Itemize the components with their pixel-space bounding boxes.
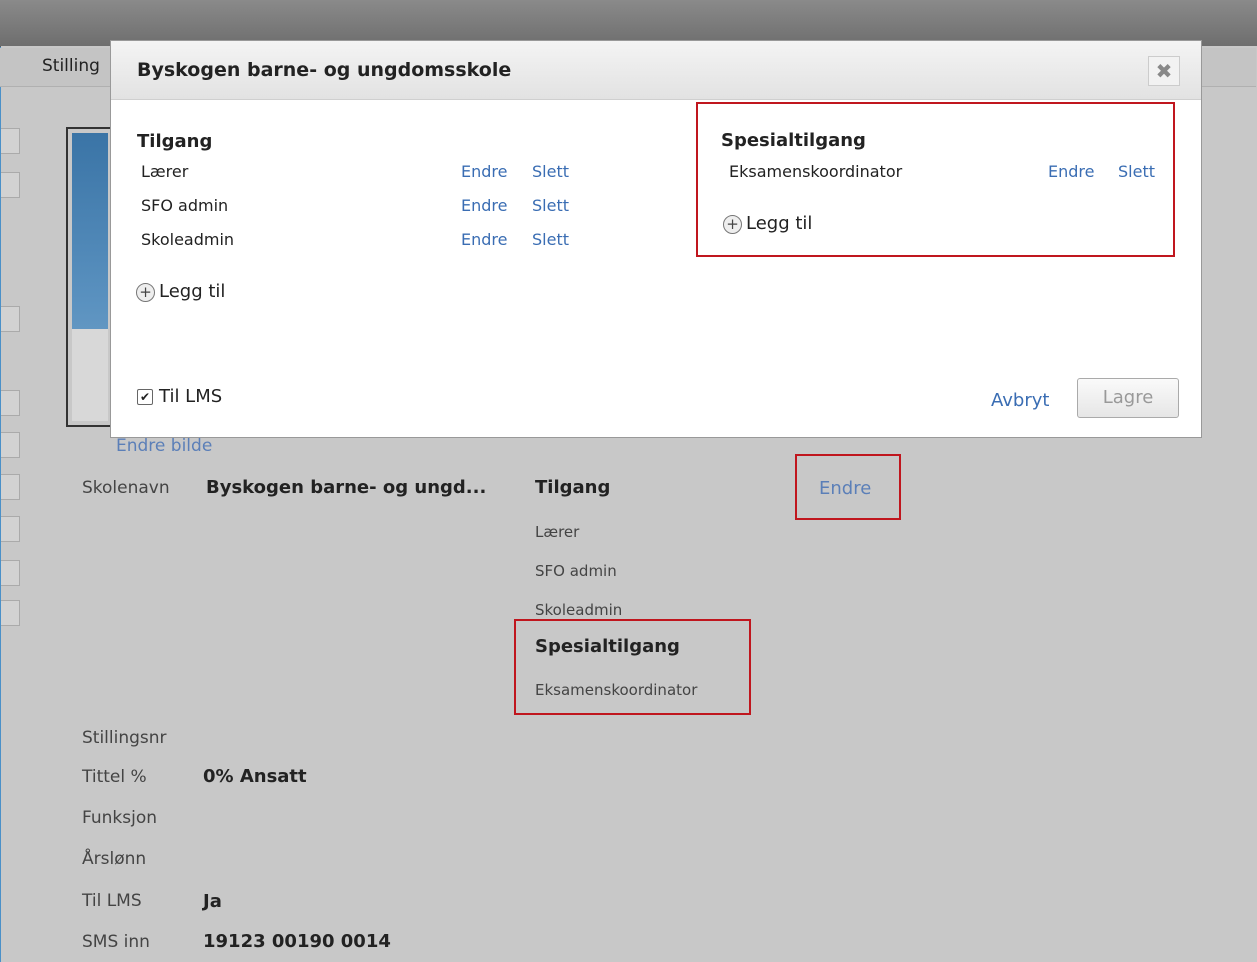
- plus-icon: +: [136, 282, 155, 302]
- access-item: Lærer: [535, 523, 580, 541]
- photo-image-lower: [72, 329, 108, 421]
- field-label: Stillingsnr: [82, 728, 167, 748]
- access-row-name: Lærer: [141, 162, 189, 181]
- special-heading: Spesialtilgang: [721, 130, 866, 151]
- special-row-name: Eksamenskoordinator: [729, 162, 903, 181]
- left-panel-edge: [1, 474, 20, 500]
- profile-photo: [66, 127, 114, 427]
- special-row-delete-link[interactable]: Slett: [1118, 162, 1155, 181]
- school-value: Byskogen barne- og ungd...: [206, 477, 487, 498]
- field-label: Funksjon: [82, 808, 157, 828]
- save-button[interactable]: Lagre: [1077, 378, 1179, 418]
- close-icon[interactable]: ✖: [1148, 56, 1180, 86]
- add-access-label: Legg til: [159, 281, 226, 302]
- tab-stilling[interactable]: Stilling: [42, 56, 100, 76]
- access-row-delete-link[interactable]: Slett: [532, 196, 569, 215]
- lms-checkbox-label: Til LMS: [159, 386, 223, 407]
- field-value: Ja: [203, 891, 222, 912]
- dialog-header: Byskogen barne- og ungdomsskole ✖: [111, 41, 1201, 100]
- access-row-delete-link[interactable]: Slett: [532, 230, 569, 249]
- access-row-delete-link[interactable]: Slett: [532, 162, 569, 181]
- add-special-label: Legg til: [746, 213, 813, 234]
- left-panel-edge: [1, 128, 20, 154]
- school-label: Skolenavn: [82, 478, 170, 498]
- dialog-title: Byskogen barne- og ungdomsskole: [137, 59, 512, 81]
- plus-icon: +: [723, 214, 742, 234]
- access-row-edit-link[interactable]: Endre: [461, 230, 507, 249]
- add-access-button[interactable]: + Legg til: [136, 281, 225, 302]
- access-item: SFO admin: [535, 562, 617, 580]
- access-row-name: SFO admin: [141, 196, 229, 215]
- field-label: Tittel %: [82, 767, 147, 787]
- left-panel-edge: [1, 390, 20, 416]
- access-heading: Tilgang: [137, 131, 213, 152]
- highlight-special-box: [514, 619, 751, 715]
- access-heading: Tilgang: [535, 477, 611, 498]
- field-label: SMS inn: [82, 932, 150, 952]
- add-special-button[interactable]: + Legg til: [723, 213, 812, 234]
- access-dialog: Byskogen barne- og ungdomsskole ✖ Tilgan…: [110, 40, 1202, 438]
- left-panel-edge: [1, 516, 20, 542]
- field-label: Årslønn: [82, 849, 147, 869]
- access-row-edit-link[interactable]: Endre: [461, 162, 507, 181]
- access-row-name: Skoleadmin: [141, 230, 235, 249]
- lms-checkbox-row[interactable]: ✔ Til LMS: [137, 386, 222, 407]
- left-panel-edge: [1, 306, 20, 332]
- special-row-edit-link[interactable]: Endre: [1048, 162, 1094, 181]
- change-photo-link[interactable]: Endre bilde: [116, 436, 212, 456]
- access-row-edit-link[interactable]: Endre: [461, 196, 507, 215]
- field-value: 19123 00190 0014: [203, 931, 391, 952]
- access-item: Skoleadmin: [535, 601, 623, 619]
- left-panel-edge: [1, 560, 20, 586]
- left-panel-edge: [1, 172, 20, 198]
- lms-checkbox[interactable]: ✔: [137, 389, 153, 405]
- special-heading: Spesialtilgang: [535, 636, 680, 657]
- field-value: 0% Ansatt: [203, 766, 307, 787]
- special-item: Eksamenskoordinator: [535, 681, 698, 699]
- cancel-button[interactable]: Avbryt: [991, 390, 1049, 411]
- field-label: Til LMS: [82, 891, 142, 911]
- highlight-edit-box: [795, 454, 901, 520]
- left-panel-edge: [1, 432, 20, 458]
- left-panel-edge: [1, 600, 20, 626]
